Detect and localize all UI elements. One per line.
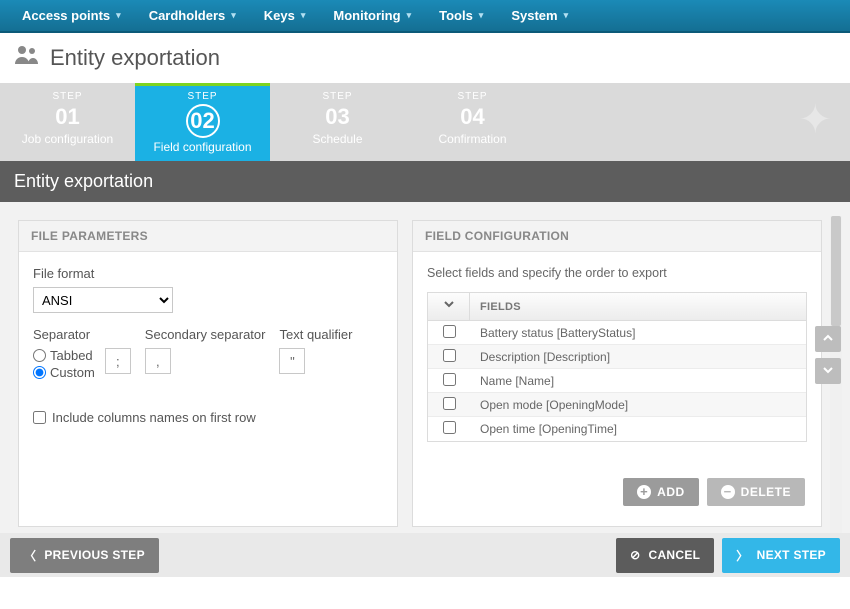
nav-tools[interactable]: Tools▾ bbox=[425, 0, 497, 31]
page-title: Entity exportation bbox=[50, 45, 220, 71]
separator-tabbed-radio[interactable] bbox=[33, 349, 46, 362]
chevron-down-icon: ▾ bbox=[301, 10, 306, 21]
secondary-separator-input[interactable] bbox=[145, 348, 171, 374]
page-title-bar: Entity exportation bbox=[0, 33, 850, 83]
separator-custom-radio[interactable] bbox=[33, 366, 46, 379]
wizard-step-4[interactable]: STEP 04 Confirmation bbox=[405, 83, 540, 161]
wizard-step-1[interactable]: STEP 01 Job configuration bbox=[0, 83, 135, 161]
fields-column-header: FIELDS bbox=[470, 301, 521, 313]
table-row[interactable]: Open mode [OpeningMode] bbox=[428, 393, 806, 417]
plus-icon: + bbox=[637, 485, 651, 499]
table-row[interactable]: Open time [OpeningTime] bbox=[428, 417, 806, 441]
file-parameters-panel: FILE PARAMETERS File format ANSI Separat… bbox=[18, 220, 398, 527]
previous-step-button[interactable]: 〈PREVIOUS STEP bbox=[10, 538, 159, 573]
field-config-instructions: Select fields and specify the order to e… bbox=[427, 266, 807, 280]
separator-label: Separator bbox=[33, 327, 131, 342]
section-header: Entity exportation bbox=[0, 161, 850, 202]
nav-cardholders[interactable]: Cardholders▾ bbox=[135, 0, 250, 31]
nav-keys[interactable]: Keys▾ bbox=[250, 0, 320, 31]
table-row[interactable]: Description [Description] bbox=[428, 345, 806, 369]
field-configuration-panel: FIELD CONFIGURATION Select fields and sp… bbox=[412, 220, 822, 527]
fields-table: FIELDS Battery status [BatteryStatus] De… bbox=[427, 292, 807, 442]
nav-system[interactable]: System▾ bbox=[497, 0, 582, 31]
content-area: FILE PARAMETERS File format ANSI Separat… bbox=[0, 202, 850, 533]
include-columns-label: Include columns names on first row bbox=[52, 410, 256, 425]
cancel-button[interactable]: ⊘CANCEL bbox=[616, 538, 714, 573]
wizard-step-2[interactable]: STEP 02 Field configuration bbox=[135, 83, 270, 161]
chevron-down-icon: ▾ bbox=[564, 10, 569, 21]
top-nav: Access points▾ Cardholders▾ Keys▾ Monito… bbox=[0, 0, 850, 33]
file-format-label: File format bbox=[33, 266, 383, 281]
chevron-down-icon: ▾ bbox=[407, 10, 412, 21]
entity-icon bbox=[14, 44, 40, 72]
chevron-down-icon: ▾ bbox=[231, 10, 236, 21]
table-row[interactable]: Name [Name] bbox=[428, 369, 806, 393]
expand-all-toggle[interactable] bbox=[428, 293, 470, 320]
field-row-checkbox[interactable] bbox=[443, 421, 456, 434]
nav-access-points[interactable]: Access points▾ bbox=[8, 0, 135, 31]
scrollbar-thumb[interactable] bbox=[831, 216, 841, 326]
wizard-step-3[interactable]: STEP 03 Schedule bbox=[270, 83, 405, 161]
text-qualifier-input[interactable] bbox=[279, 348, 305, 374]
chevron-down-icon: ▾ bbox=[116, 10, 121, 21]
nav-monitoring[interactable]: Monitoring▾ bbox=[319, 0, 425, 31]
minus-icon: − bbox=[721, 485, 735, 499]
field-row-checkbox[interactable] bbox=[443, 325, 456, 338]
cancel-icon: ⊘ bbox=[630, 548, 640, 562]
wizard-footer: 〈PREVIOUS STEP ⊘CANCEL 〉NEXT STEP bbox=[0, 533, 850, 577]
move-up-button[interactable] bbox=[815, 326, 841, 352]
table-row[interactable]: Battery status [BatteryStatus] bbox=[428, 321, 806, 345]
separator-value-input[interactable] bbox=[105, 348, 131, 374]
next-step-button[interactable]: 〉NEXT STEP bbox=[722, 538, 840, 573]
secondary-separator-label: Secondary separator bbox=[145, 327, 266, 342]
chevron-right-icon: 〉 bbox=[736, 547, 748, 564]
add-button[interactable]: +ADD bbox=[623, 478, 699, 506]
wizard-steps: STEP 01 Job configuration STEP 02 Field … bbox=[0, 83, 850, 161]
field-row-checkbox[interactable] bbox=[443, 397, 456, 410]
include-columns-checkbox[interactable] bbox=[33, 411, 46, 424]
text-qualifier-label: Text qualifier bbox=[279, 327, 352, 342]
panel-header: FIELD CONFIGURATION bbox=[413, 221, 821, 252]
chevron-down-icon: ▾ bbox=[479, 10, 484, 21]
panel-header: FILE PARAMETERS bbox=[19, 221, 397, 252]
move-down-button[interactable] bbox=[815, 358, 841, 384]
field-row-checkbox[interactable] bbox=[443, 349, 456, 362]
field-row-checkbox[interactable] bbox=[443, 373, 456, 386]
file-format-select[interactable]: ANSI bbox=[33, 287, 173, 313]
wand-icon: ✦ bbox=[798, 97, 832, 143]
delete-button[interactable]: −DELETE bbox=[707, 478, 805, 506]
chevron-left-icon: 〈 bbox=[24, 547, 36, 564]
